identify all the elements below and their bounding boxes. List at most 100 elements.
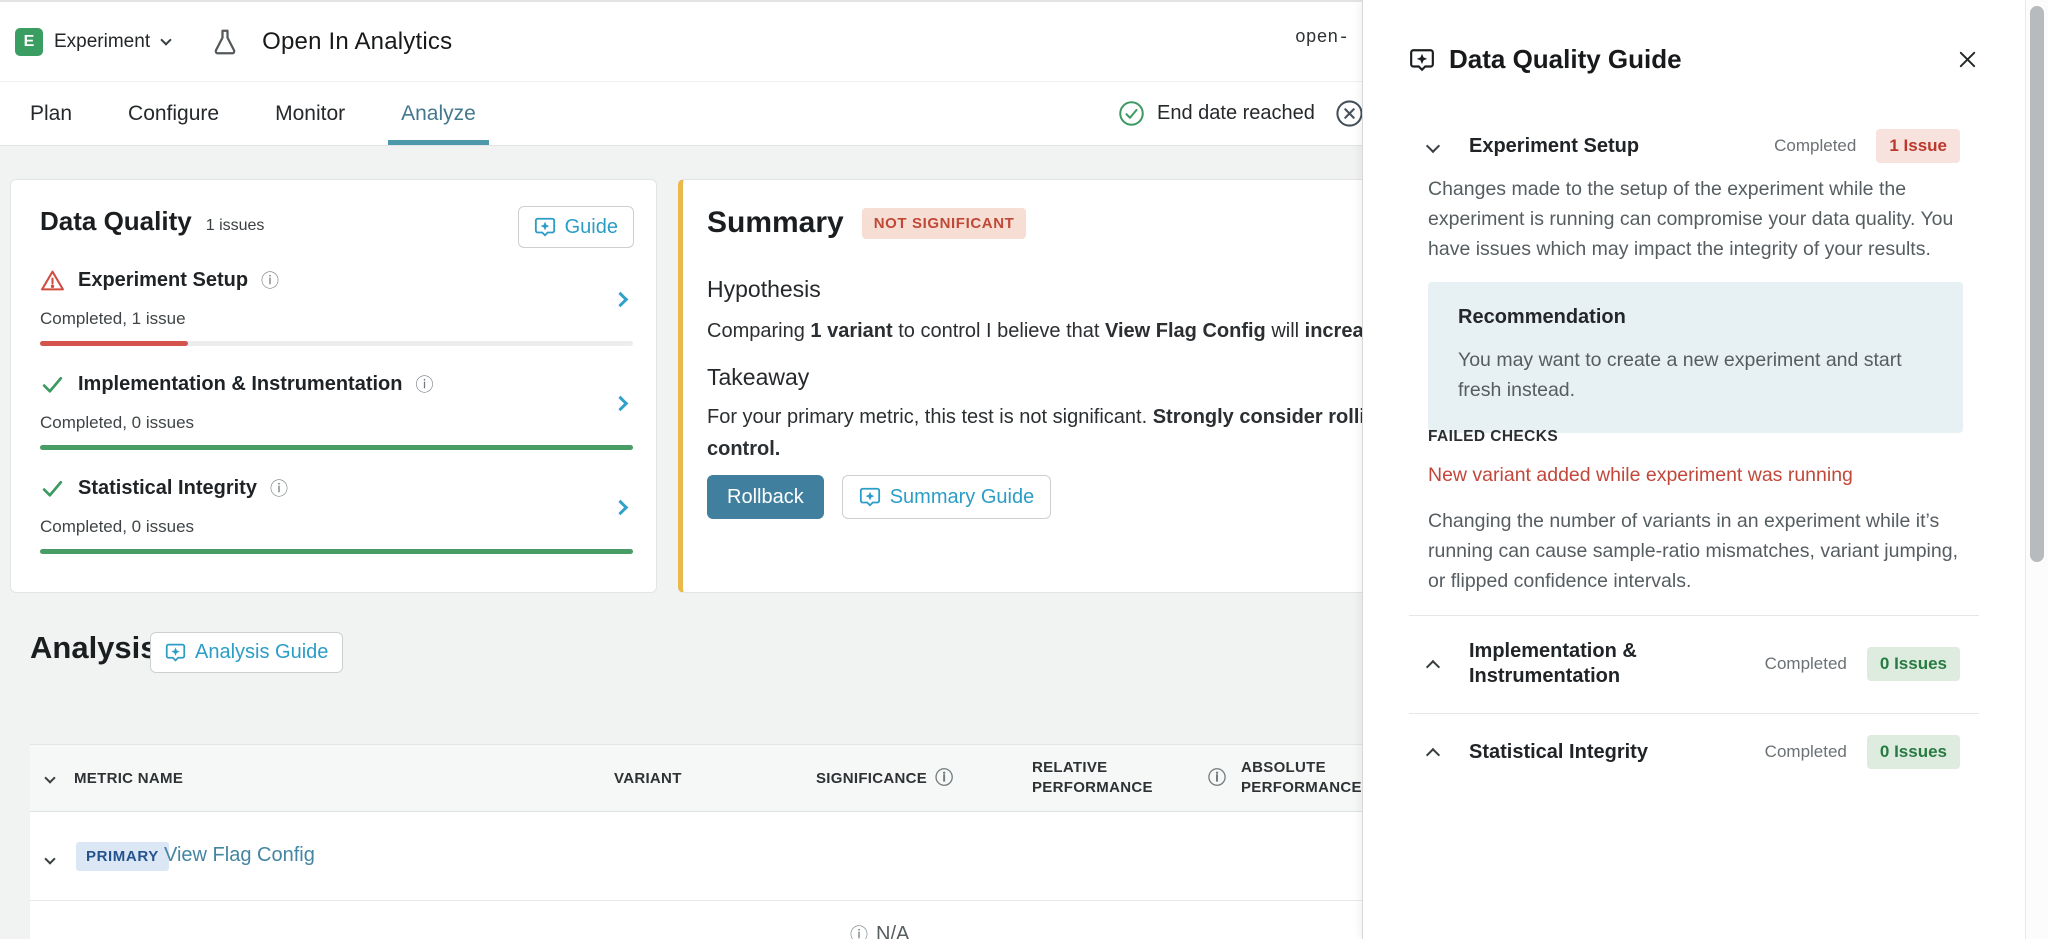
section-experiment-setup[interactable]: Experiment Setup Completed 1 Issue: [1428, 124, 1960, 168]
section-status: Completed: [1765, 742, 1847, 762]
guide-icon: [1409, 47, 1435, 73]
section-statistical-integrity[interactable]: Statistical Integrity Completed 0 Issues: [1428, 730, 1960, 774]
check-status: Completed, 0 issues: [40, 413, 633, 433]
col-relative-performance: RELATIVEPERFORMANCE: [1032, 745, 1153, 811]
experiment-type-dropdown[interactable]: E Experiment: [15, 28, 170, 56]
info-icon[interactable]: ⓘ: [261, 272, 279, 290]
info-icon[interactable]: ⓘ: [415, 376, 433, 394]
check-statistical-integrity: Statistical Integrity ⓘ Completed, 0 iss…: [40, 476, 633, 554]
info-icon: ⓘ: [850, 926, 868, 939]
col-metric-name: METRIC NAME: [74, 745, 183, 811]
tab-monitor[interactable]: Monitor: [265, 82, 355, 145]
hypothesis-text: Comparing 1 variant to control I believe…: [707, 320, 1403, 343]
recommendation-box: Recommendation You may want to create a …: [1428, 282, 1963, 433]
check-name: Statistical Integrity: [78, 477, 257, 500]
check-progress-bar: [40, 549, 633, 554]
check-progress-bar: [40, 445, 633, 450]
chevron-right-icon[interactable]: [615, 292, 626, 310]
close-icon[interactable]: [1956, 48, 1979, 71]
check-status: Completed, 1 issue: [40, 309, 633, 329]
check-implementation: Implementation & Instrumentation ⓘ Compl…: [40, 372, 633, 450]
failed-check-title: New variant added while experiment was r…: [1428, 464, 1853, 487]
na-value: ⓘ N/A: [850, 923, 909, 939]
summary-card: Summary NOT SIGNIFICANT Hypothesis Compa…: [678, 179, 1378, 593]
guide-button-label: Analysis Guide: [195, 641, 328, 664]
rollback-button[interactable]: Rollback: [707, 475, 824, 519]
issues-badge: 0 Issues: [1867, 735, 1960, 769]
primary-badge: PRIMARY: [76, 842, 169, 871]
check-experiment-setup: Experiment Setup ⓘ Completed, 1 issue: [40, 268, 633, 346]
section-description: Changes made to the setup of the experim…: [1428, 174, 1963, 264]
section-implementation[interactable]: Implementation & Instrumentation Complet…: [1428, 634, 1960, 694]
section-name: Implementation & Instrumentation: [1469, 639, 1694, 689]
tab-configure[interactable]: Configure: [118, 82, 229, 145]
vertical-scrollbar-thumb[interactable]: [2030, 6, 2044, 562]
analysis-guide-button[interactable]: Analysis Guide: [150, 632, 343, 673]
failed-check-description: Changing the number of variants in an ex…: [1428, 506, 1963, 596]
data-quality-title: Data Quality: [40, 206, 192, 237]
experiment-type-label: Experiment: [54, 31, 150, 53]
metric-name-link[interactable]: View Flag Config: [164, 844, 315, 867]
info-icon[interactable]: ⓘ: [270, 480, 288, 498]
table-header: METRIC NAME VARIANT SIGNIFICANCE ⓘ RELAT…: [30, 744, 1362, 812]
section-status: Completed: [1765, 654, 1847, 674]
summary-title: Summary: [707, 206, 844, 240]
col-absolute-performance: ABSOLUTEPERFORMANCE: [1241, 745, 1362, 811]
takeaway-text-line2: control.: [707, 438, 780, 461]
check-progress-bar: [40, 341, 633, 346]
data-quality-issue-count: 1 issues: [206, 217, 265, 235]
check-circle-icon: [1118, 100, 1145, 127]
panel-title: Data Quality Guide: [1449, 44, 1682, 75]
info-icon[interactable]: ⓘ: [1208, 745, 1226, 811]
summary-guide-button[interactable]: Summary Guide: [842, 475, 1052, 519]
recommendation-body: You may want to create a new experiment …: [1458, 345, 1933, 405]
section-status: Completed: [1774, 136, 1856, 156]
check-name: Implementation & Instrumentation: [78, 373, 402, 396]
section-name: Experiment Setup: [1469, 134, 1639, 159]
tab-plan[interactable]: Plan: [20, 82, 82, 145]
guide-button-label: Guide: [565, 216, 618, 239]
issues-badge: 0 Issues: [1867, 647, 1960, 681]
info-icon[interactable]: ⓘ: [935, 769, 953, 787]
guide-icon: [165, 642, 186, 663]
hypothesis-heading: Hypothesis: [707, 276, 821, 303]
table-row-partial: ⓘ N/A: [30, 901, 1362, 939]
recommendation-title: Recommendation: [1458, 306, 1933, 329]
page-title: Open In Analytics: [262, 28, 452, 56]
vertical-scrollbar-track[interactable]: [2025, 0, 2048, 939]
chevron-down-icon: [160, 34, 171, 45]
col-significance: SIGNIFICANCE ⓘ: [816, 745, 953, 811]
chevron-up-icon: [1428, 744, 1442, 760]
warning-triangle-icon: [40, 268, 65, 293]
col-variant: VARIANT: [614, 745, 682, 811]
collapse-all-chevron[interactable]: [46, 745, 54, 811]
data-quality-guide-button[interactable]: Guide: [518, 206, 634, 248]
status-label: End date reached: [1157, 102, 1315, 125]
chevron-up-icon: [1428, 656, 1442, 672]
panel-divider: [1409, 713, 1979, 714]
issues-badge: 1 Issue: [1876, 129, 1960, 163]
check-name: Experiment Setup: [78, 269, 248, 292]
analysis-title: Analysis: [30, 630, 158, 666]
check-icon: [40, 476, 65, 501]
tab-analyze[interactable]: Analyze: [391, 82, 486, 145]
flask-icon: [210, 27, 240, 57]
guide-icon: [859, 486, 881, 508]
data-quality-guide-panel: Data Quality Guide Experiment Setup Comp…: [1362, 0, 2025, 939]
experiment-status: End date reached: [1118, 82, 1364, 145]
row-expand-chevron[interactable]: [46, 850, 54, 868]
section-name: Statistical Integrity: [1469, 740, 1648, 765]
significance-badge: NOT SIGNIFICANT: [862, 208, 1027, 239]
failed-checks-heading: FAILED CHECKS: [1428, 428, 1558, 446]
dismiss-circle-x-icon[interactable]: [1335, 99, 1364, 128]
chevron-right-icon[interactable]: [615, 500, 626, 518]
guide-icon: [534, 216, 556, 238]
panel-divider: [1409, 615, 1979, 616]
check-status: Completed, 0 issues: [40, 517, 633, 537]
check-icon: [40, 372, 65, 397]
takeaway-heading: Takeaway: [707, 364, 809, 391]
chevron-right-icon[interactable]: [615, 396, 626, 414]
chevron-down-icon: [1428, 141, 1442, 151]
guide-button-label: Summary Guide: [890, 486, 1035, 509]
data-quality-card: Data Quality 1 issues Guide Experiment S…: [10, 179, 657, 593]
